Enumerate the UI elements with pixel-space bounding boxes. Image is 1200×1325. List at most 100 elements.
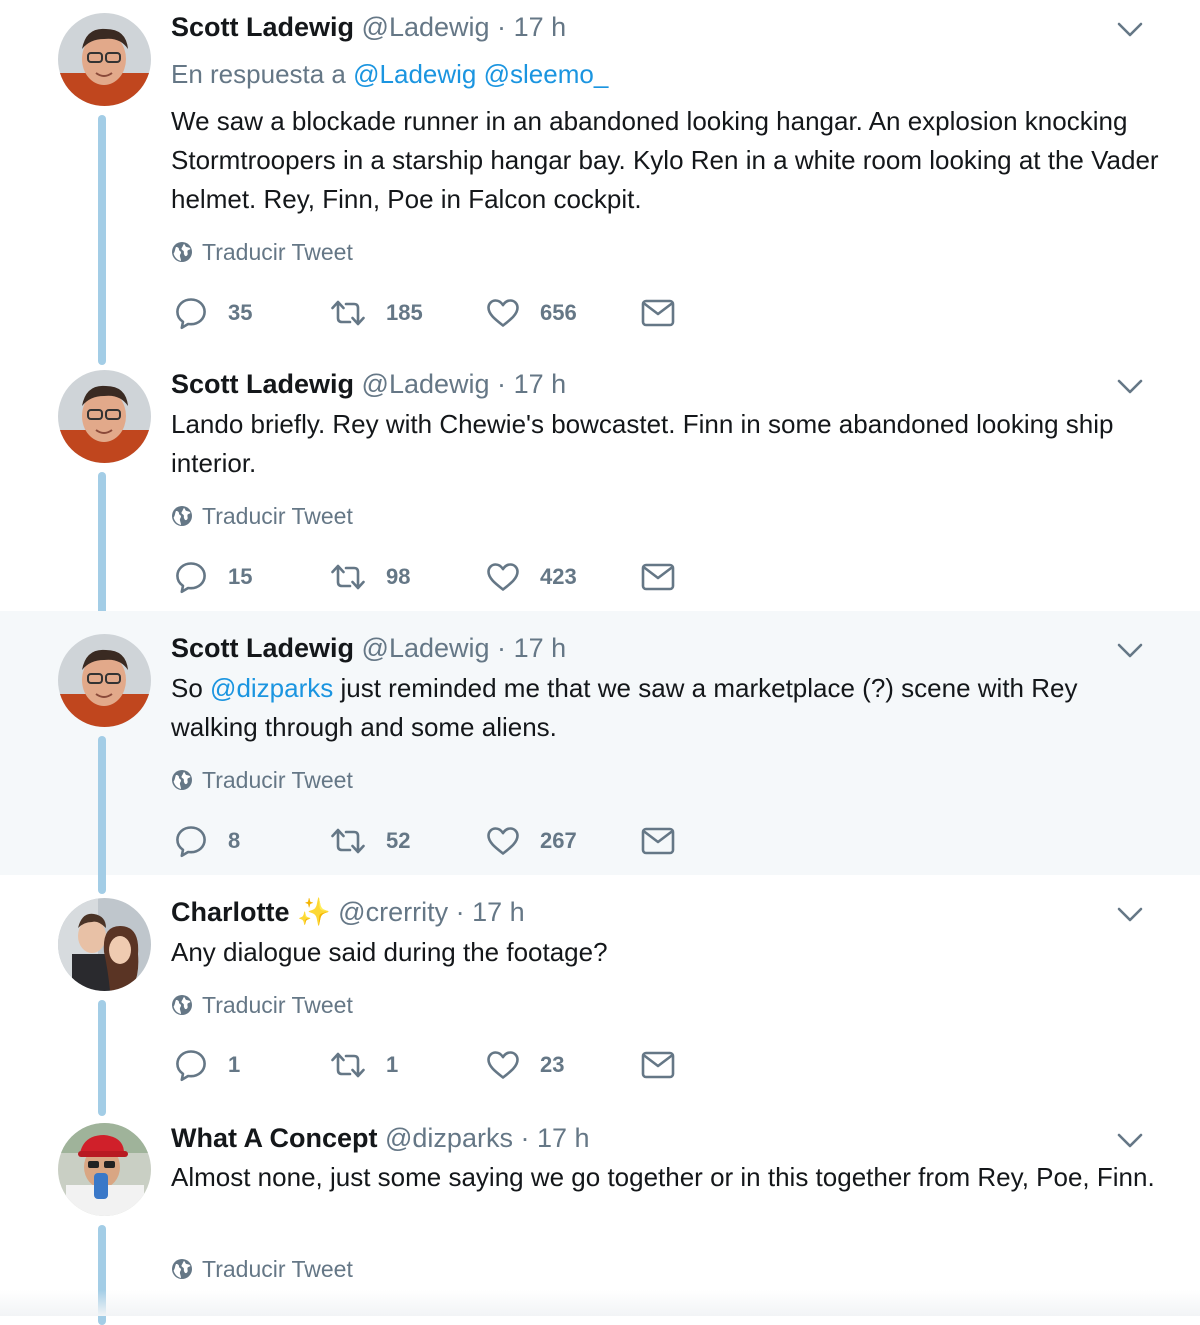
separator-dot: · <box>455 897 465 927</box>
timestamp[interactable]: 17 h <box>514 12 567 42</box>
retweet-button[interactable]: 52 <box>330 824 410 858</box>
like-count: 423 <box>540 564 577 589</box>
like-button[interactable]: 23 <box>486 1048 564 1082</box>
tweet-2[interactable]: Scott Ladewig @Ladewig · 17 h Lando brie… <box>0 347 1200 636</box>
globe-icon <box>171 241 193 263</box>
retweet-count: 1 <box>386 1052 399 1077</box>
translate-tweet-link[interactable]: Traducir Tweet <box>171 765 353 795</box>
translate-tweet-link[interactable]: Traducir Tweet <box>171 990 353 1020</box>
author-handle[interactable]: @dizparks <box>385 1123 513 1153</box>
reply-mention-sleemo[interactable]: @sleemo_ <box>484 59 609 89</box>
tweet-header: Scott Ladewig @Ladewig · 17 h <box>171 10 566 44</box>
author-name[interactable]: Scott Ladewig <box>171 369 354 399</box>
like-button[interactable]: 267 <box>486 824 577 858</box>
translate-tweet-link[interactable]: Traducir Tweet <box>171 1254 353 1284</box>
tweet-text: Any dialogue said during the footage? <box>171 937 608 967</box>
globe-icon <box>171 994 193 1016</box>
translate-tweet-link[interactable]: Traducir Tweet <box>171 237 353 267</box>
chevron-down-icon[interactable] <box>1117 907 1143 923</box>
tweet-text: Almost none, just some saying we go toge… <box>171 1162 1155 1192</box>
tweet-3[interactable]: Scott Ladewig @Ladewig · 17 h So @dizpar… <box>0 611 1200 894</box>
like-button[interactable]: 656 <box>486 296 577 330</box>
tweet-text: So @dizparks just reminded me that we sa… <box>171 669 1161 747</box>
direct-message-button[interactable] <box>641 824 675 858</box>
globe-icon <box>171 769 193 791</box>
retweet-button[interactable]: 1 <box>330 1048 398 1082</box>
translate-label: Traducir Tweet <box>202 1256 353 1282</box>
avatar-scott-ladewig[interactable] <box>58 370 151 463</box>
heart-icon <box>486 826 520 856</box>
tweet-5[interactable]: What A Concept @dizparks · 17 h Almost n… <box>0 1107 1200 1325</box>
mail-icon <box>641 299 675 327</box>
tweet-header: Scott Ladewig @Ladewig · 17 h <box>171 631 566 665</box>
reply-count: 1 <box>228 1052 241 1077</box>
direct-message-button[interactable] <box>641 1048 675 1082</box>
tweet-text: Lando briefly. Rey with Chewie's bowcast… <box>171 409 1114 478</box>
timestamp[interactable]: 17 h <box>514 633 567 663</box>
like-button[interactable]: 423 <box>486 560 577 594</box>
author-name[interactable]: Scott Ladewig <box>171 633 354 663</box>
tweet-header: Charlotte ✨ @crerrity · 17 h <box>171 895 525 929</box>
globe-icon <box>171 505 193 527</box>
mail-icon <box>641 1051 675 1079</box>
like-count: 656 <box>540 300 577 325</box>
reply-context: En respuesta a @Ladewig @sleemo_ <box>171 57 608 91</box>
reply-button[interactable]: 15 <box>174 560 252 594</box>
reply-icon <box>174 824 208 858</box>
author-handle[interactable]: @Ladewig <box>362 12 490 42</box>
thread-line <box>98 115 106 365</box>
author-handle[interactable]: @Ladewig <box>362 369 490 399</box>
reply-mention-ladewig[interactable]: @Ladewig <box>353 59 476 89</box>
reply-button[interactable]: 8 <box>174 824 240 858</box>
translate-tweet-link[interactable]: Traducir Tweet <box>171 501 353 531</box>
timestamp[interactable]: 17 h <box>514 369 567 399</box>
heart-icon <box>486 562 520 592</box>
timestamp[interactable]: 17 h <box>537 1123 590 1153</box>
author-name[interactable]: What A Concept <box>171 1123 377 1153</box>
reply-prefix: En respuesta a <box>171 59 346 89</box>
avatar-what-a-concept[interactable] <box>58 1123 151 1216</box>
avatar-charlotte[interactable] <box>58 898 151 991</box>
heart-icon <box>486 298 520 328</box>
tweet-text-start: So <box>171 673 203 703</box>
reply-icon <box>174 296 208 330</box>
avatar-scott-ladewig[interactable] <box>58 13 151 106</box>
chevron-down-icon[interactable] <box>1117 1133 1143 1149</box>
reply-button[interactable]: 35 <box>174 296 252 330</box>
direct-message-button[interactable] <box>641 296 675 330</box>
chevron-down-icon[interactable] <box>1117 22 1143 38</box>
reply-icon <box>174 560 208 594</box>
retweet-count: 185 <box>386 300 423 325</box>
author-name[interactable]: Charlotte <box>171 897 290 927</box>
tweet-text: We saw a blockade runner in an abandoned… <box>171 106 1159 214</box>
reply-count: 8 <box>228 828 241 853</box>
chevron-down-icon[interactable] <box>1117 379 1143 395</box>
globe-icon <box>171 1258 193 1280</box>
like-count: 23 <box>540 1052 565 1077</box>
reply-count: 35 <box>228 300 253 325</box>
author-handle[interactable]: @Ladewig <box>362 633 490 663</box>
author-name[interactable]: Scott Ladewig <box>171 12 354 42</box>
timestamp[interactable]: 17 h <box>472 897 525 927</box>
avatar-scott-ladewig[interactable] <box>58 634 151 727</box>
mention-dizparks[interactable]: @dizparks <box>210 673 333 703</box>
tweet-4[interactable]: Charlotte ✨ @crerrity · 17 h Any dialogu… <box>0 875 1200 1116</box>
retweet-button[interactable]: 98 <box>330 560 410 594</box>
mail-icon <box>641 827 675 855</box>
separator-dot: · <box>520 1123 530 1153</box>
translate-label: Traducir Tweet <box>202 503 353 529</box>
retweet-button[interactable]: 185 <box>330 296 423 330</box>
retweet-icon <box>330 826 366 856</box>
retweet-count: 52 <box>386 828 411 853</box>
separator-dot: · <box>497 633 507 663</box>
tweet-1[interactable]: Scott Ladewig @Ladewig · 17 h En respues… <box>0 0 1200 365</box>
scroll-fade <box>0 1290 1200 1316</box>
translate-label: Traducir Tweet <box>202 239 353 265</box>
tweet-header: What A Concept @dizparks · 17 h <box>171 1121 590 1155</box>
direct-message-button[interactable] <box>641 560 675 594</box>
reply-button[interactable]: 1 <box>174 1048 240 1082</box>
author-handle[interactable]: @crerrity <box>338 897 448 927</box>
chevron-down-icon[interactable] <box>1117 643 1143 659</box>
translate-label: Traducir Tweet <box>202 767 353 793</box>
translate-label: Traducir Tweet <box>202 992 353 1018</box>
